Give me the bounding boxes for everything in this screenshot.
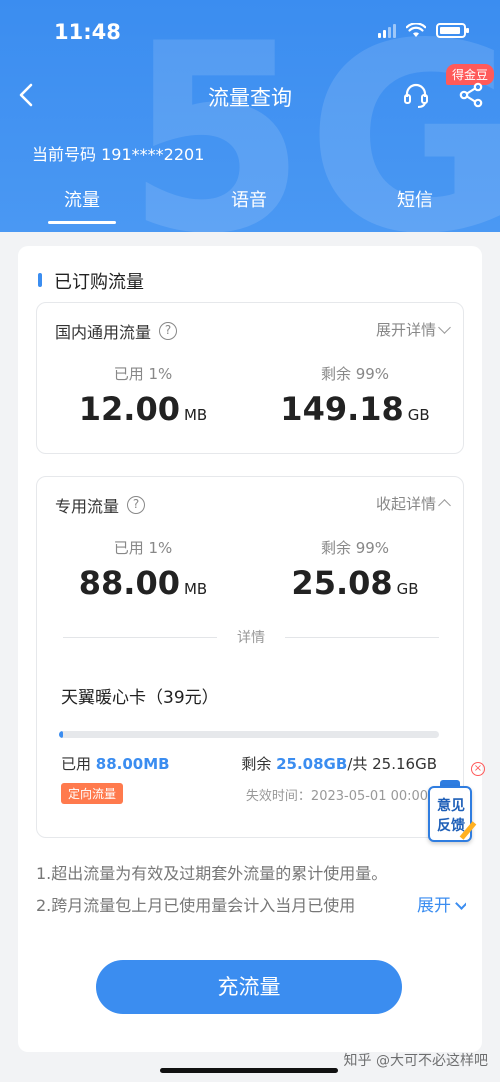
section-title: 已订购流量: [38, 268, 144, 294]
used-percent-label: 已用 1%: [113, 539, 173, 557]
usage-notes: 1.超出流量为有效及过期套外流量的累计使用量。 2.跨月流量包上月已使用量会计入…: [36, 858, 466, 922]
package-used: 已用 88.00MB: [61, 755, 170, 773]
special-remain-stat: 剩余 99% 25.08 GB: [255, 537, 455, 602]
expand-notes-link[interactable]: 展开: [415, 890, 466, 922]
tab-bar: 流量 语音 短信: [0, 186, 500, 226]
home-indicator: [160, 1068, 338, 1073]
special-data-box: 专用流量 ? 收起详情 已用 1% 88.00 MB 剩余 99% 25.08 GB…: [36, 476, 464, 838]
used-percent-label: 已用 1%: [113, 365, 173, 383]
details-divider-label: 详情: [237, 630, 265, 646]
note-line-2: 2.跨月流量包上月已使用量会计入当月已使用 展开: [36, 890, 466, 922]
directed-data-tag: 定向流量: [61, 783, 124, 804]
remain-value: 149.18 GB: [280, 390, 430, 428]
remain-percent-label: 剩余 99%: [320, 539, 390, 557]
collapse-details-label: 收起详情: [375, 495, 436, 513]
chevron-down-icon: [438, 320, 451, 334]
domestic-used-stat: 已用 1% 12.00 MB: [43, 363, 243, 428]
battery-icon: [436, 22, 469, 38]
chevron-up-icon: [438, 499, 451, 512]
chevron-down-icon: [455, 897, 466, 910]
cellular-signal-icon: [378, 22, 396, 38]
usage-progress-fill: [59, 731, 63, 738]
note-line-1: 1.超出流量为有效及过期套外流量的累计使用量。: [36, 864, 388, 883]
tab-sms[interactable]: 短信: [397, 186, 433, 212]
data-usage-card: 已订购流量 国内通用流量 ? 展开详情 已用 1% 12.00 MB 剩余 99%…: [18, 246, 482, 1052]
tab-voice[interactable]: 语音: [231, 186, 267, 212]
current-phone-number: 当前号码 191****2201: [32, 141, 204, 165]
expire-time: 失效时间：2023-05-01 00:00:00: [245, 789, 449, 804]
domestic-data-header: 国内通用流量 ?: [55, 319, 178, 343]
status-icons: [378, 22, 469, 38]
remain-percent-label: 剩余 99%: [320, 365, 390, 383]
feedback-close-icon[interactable]: ×: [471, 762, 485, 776]
usage-progress-bar: [59, 731, 439, 738]
phone-number: 191****2201: [101, 145, 205, 164]
watermark: 知乎 @大可不必这样吧: [343, 1053, 488, 1069]
remain-value: 25.08 GB: [291, 564, 419, 602]
used-value: 12.00 MB: [78, 390, 208, 428]
package-name: 天翼暖心卡（39元）: [61, 688, 219, 708]
domestic-data-title: 国内通用流量: [55, 323, 152, 342]
status-time: 11:48: [54, 20, 121, 44]
package-remaining: 剩余 25.08GB/共 25.16GB: [241, 755, 437, 773]
domestic-remain-stat: 剩余 99% 149.18 GB: [255, 363, 455, 428]
help-icon[interactable]: ?: [127, 496, 146, 514]
tab-data[interactable]: 流量: [48, 186, 116, 224]
domestic-data-box: 国内通用流量 ? 展开详情 已用 1% 12.00 MB 剩余 99% 149.1…: [36, 302, 464, 454]
customer-service-icon[interactable]: [402, 82, 430, 110]
expand-details-toggle[interactable]: 展开详情: [375, 319, 451, 340]
collapse-details-toggle[interactable]: 收起详情: [375, 493, 451, 514]
phone-label: 当前号码: [32, 145, 97, 164]
wifi-icon: [406, 22, 426, 37]
recharge-data-button[interactable]: 充流量: [96, 960, 402, 1014]
help-icon[interactable]: ?: [159, 322, 178, 340]
special-data-title: 专用流量: [55, 497, 120, 516]
details-divider: 详情: [63, 627, 439, 647]
share-icon[interactable]: [458, 82, 484, 108]
expand-details-label: 展开详情: [375, 321, 436, 339]
used-value: 88.00 MB: [78, 564, 208, 602]
special-data-header: 专用流量 ?: [55, 493, 146, 517]
header: 5G 11:48 流量查询 得金豆 当前号码 191****2201 流量 语音: [0, 0, 500, 232]
special-used-stat: 已用 1% 88.00 MB: [43, 537, 243, 602]
